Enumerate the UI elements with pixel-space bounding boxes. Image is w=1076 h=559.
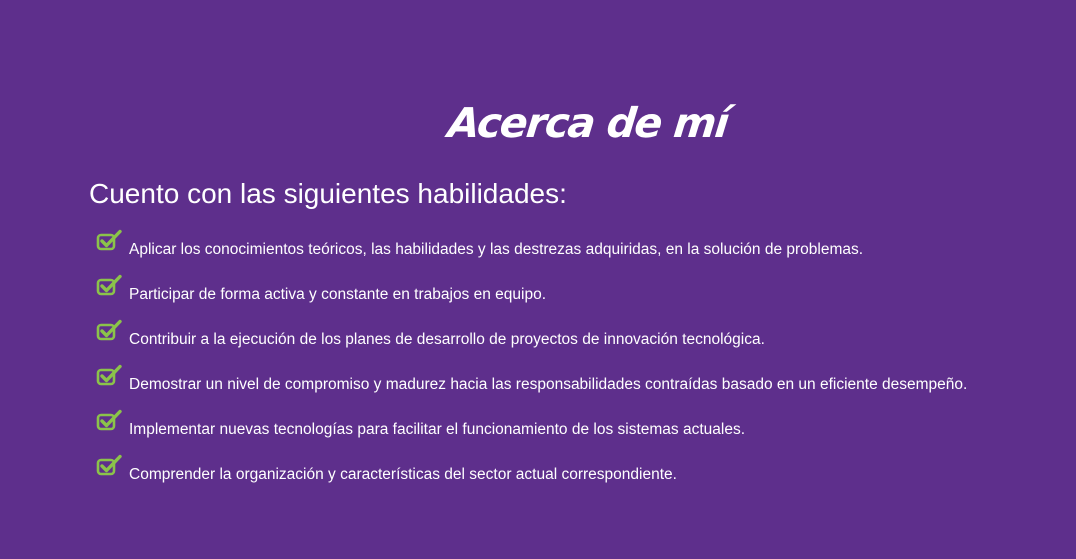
- checkbox-checked-icon: [96, 454, 122, 476]
- checkbox-checked-icon: [96, 319, 122, 341]
- about-section: Acerca de mí Cuento con las siguientes h…: [0, 0, 1076, 559]
- checkbox-checked-icon: [96, 364, 122, 386]
- skills-subtitle: Cuento con las siguientes habilidades:: [89, 178, 567, 209]
- checkbox-checked-icon: [96, 274, 122, 296]
- skills-list: Aplicar los conocimientos teóricos, las …: [96, 229, 968, 502]
- skill-text: Demostrar un nivel de compromiso y madur…: [129, 376, 968, 393]
- list-item: Comprender la organización y característ…: [96, 454, 967, 502]
- skill-text: Comprender la organización y característ…: [129, 466, 677, 483]
- section-title: Acerca de mí: [445, 99, 731, 148]
- checkbox-checked-icon: [96, 229, 122, 251]
- skill-text: Aplicar los conocimientos teóricos, las …: [129, 241, 864, 258]
- list-item: Demostrar un nivel de compromiso y madur…: [96, 364, 968, 412]
- skill-text: Participar de forma activa y constante e…: [129, 286, 547, 303]
- list-item: Implementar nuevas tecnologías para faci…: [96, 409, 967, 457]
- skill-text: Contribuir a la ejecución de los planes …: [129, 331, 765, 348]
- list-item: Contribuir a la ejecución de los planes …: [96, 319, 967, 367]
- skill-text: Implementar nuevas tecnologías para faci…: [129, 421, 746, 438]
- list-item: Aplicar los conocimientos teóricos, las …: [96, 229, 967, 277]
- checkbox-checked-icon: [96, 409, 122, 431]
- list-item: Participar de forma activa y constante e…: [96, 274, 967, 322]
